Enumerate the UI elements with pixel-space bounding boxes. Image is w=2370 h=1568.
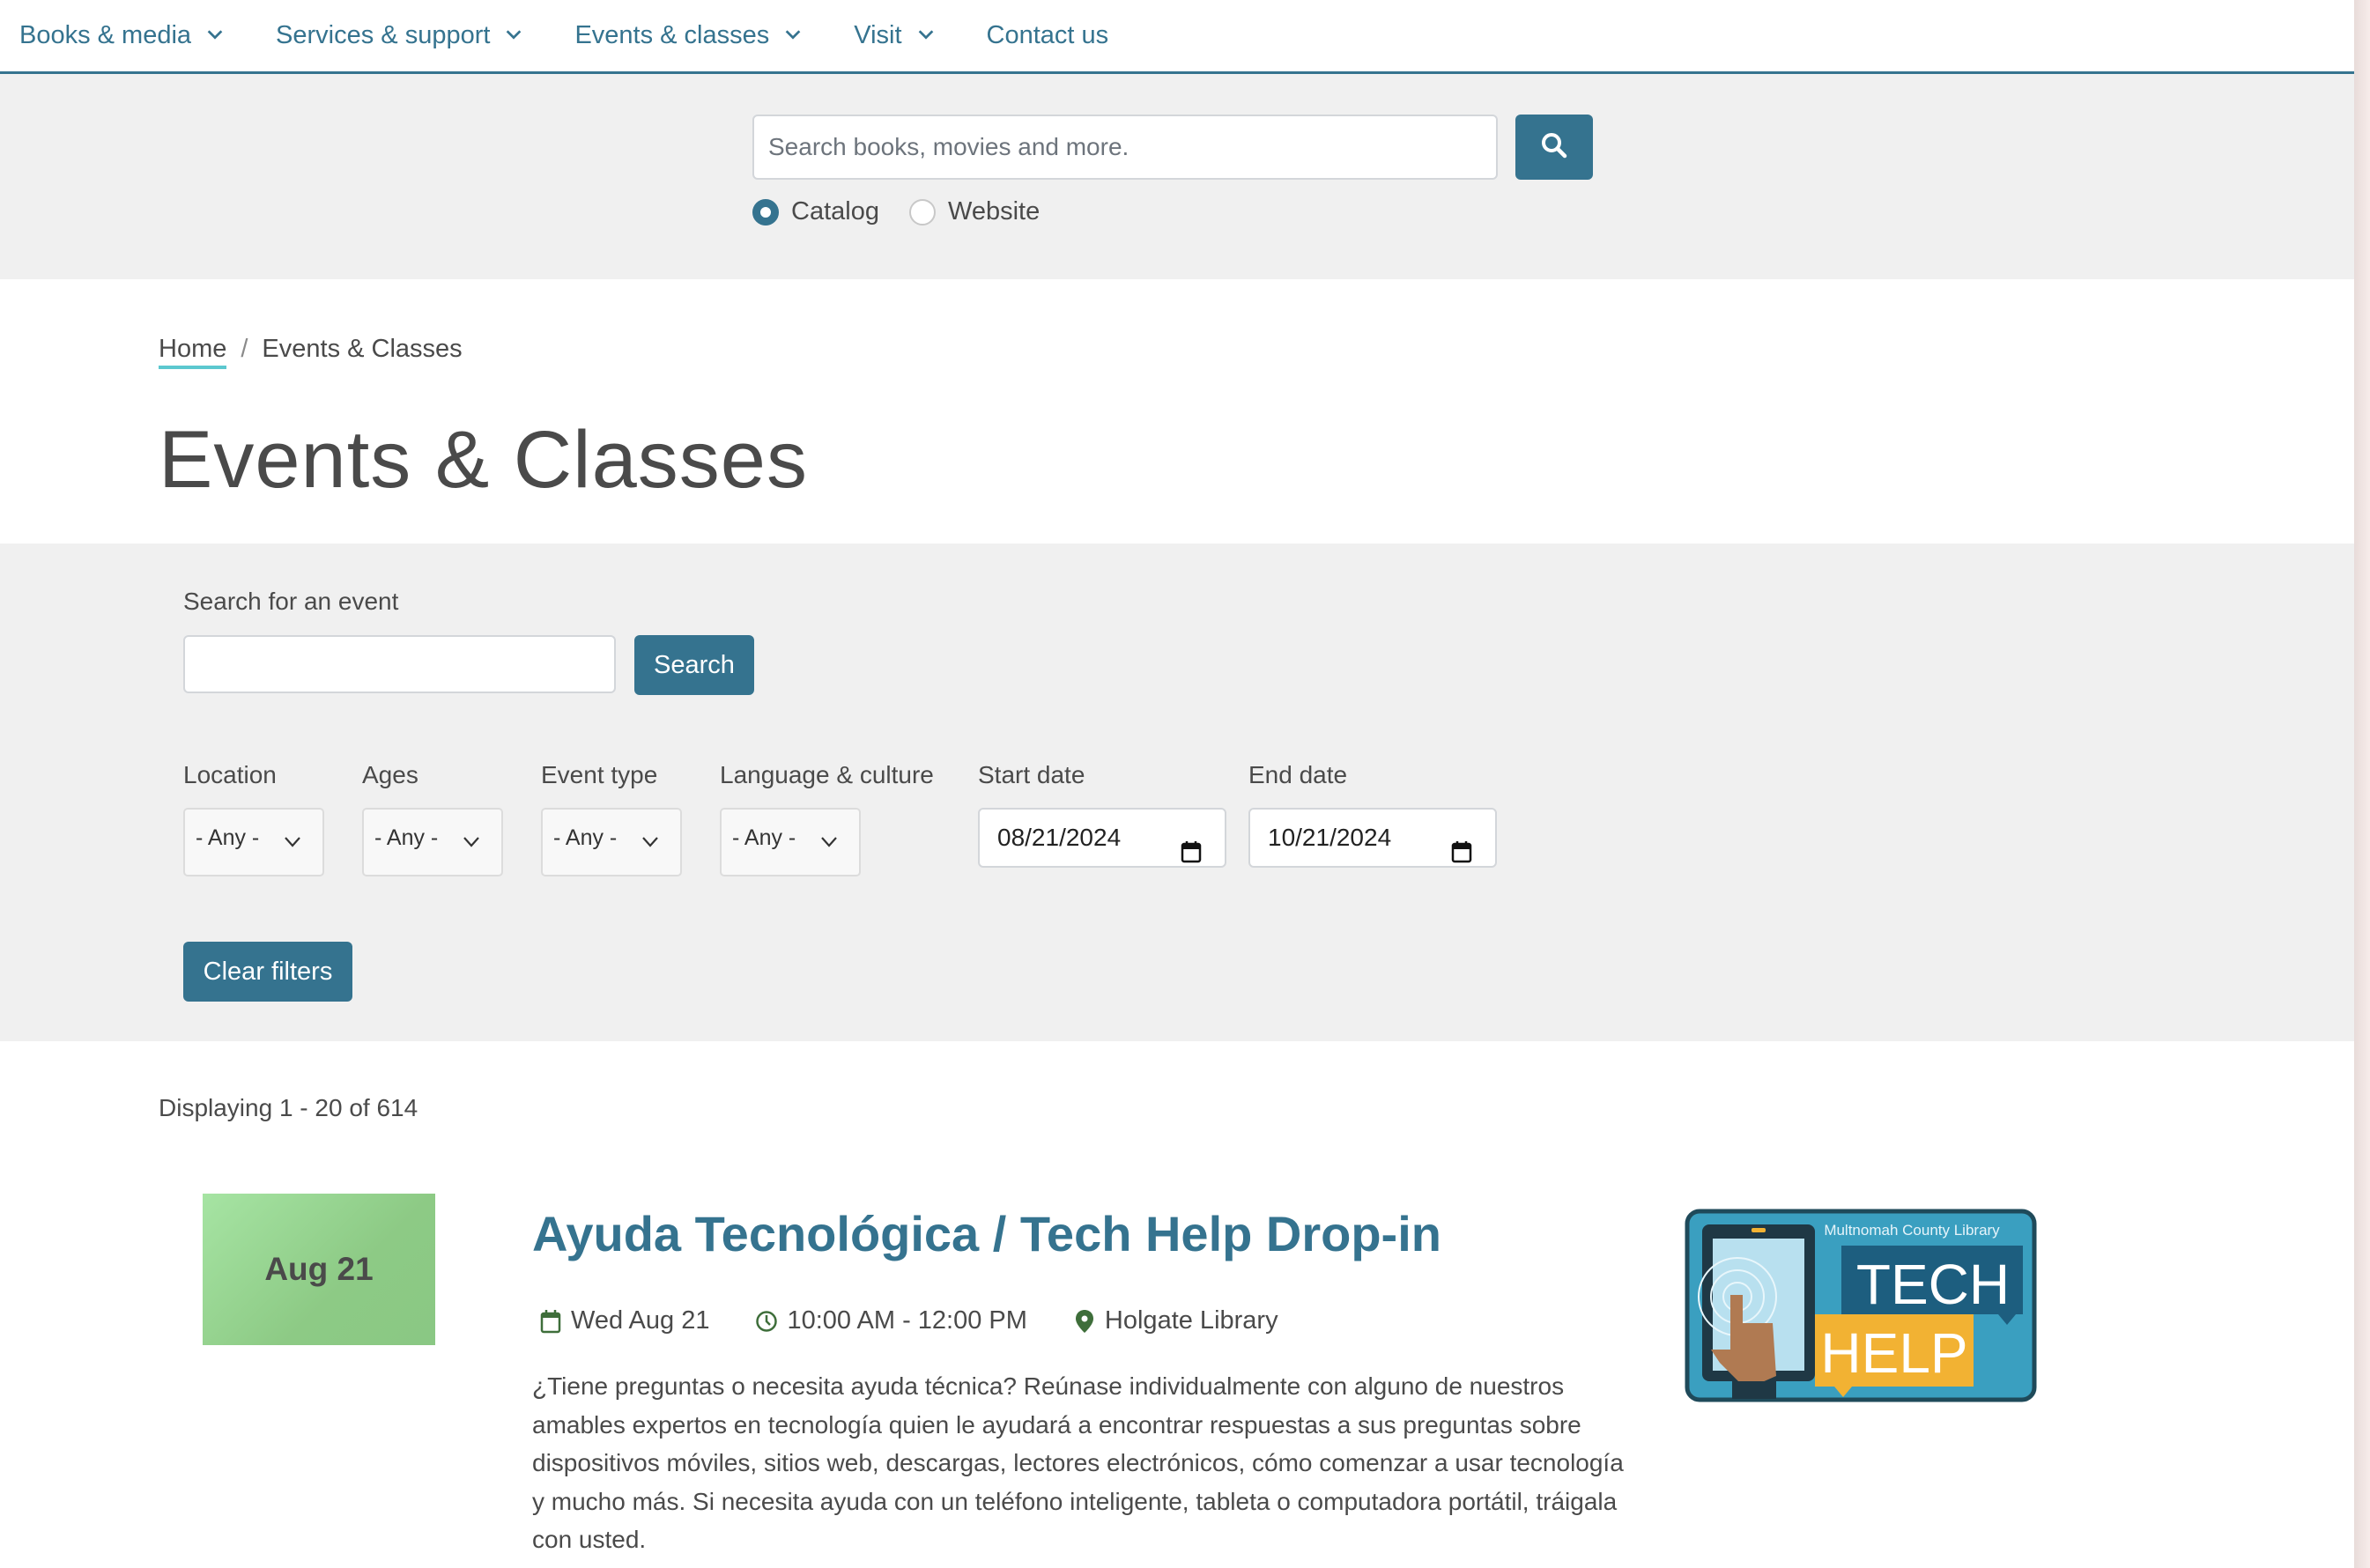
logo-line1-text: TECH: [1856, 1253, 2010, 1316]
location-select[interactable]: - Any -: [183, 808, 324, 876]
map-pin-icon: [1073, 1308, 1096, 1335]
chevron-down-icon: [205, 25, 225, 44]
event-time-text: 10:00 AM - 12:00 PM: [787, 1306, 1027, 1335]
breadcrumb-separator: /: [241, 335, 248, 363]
event-filters: Search for an event Search Location - An…: [0, 544, 2354, 1041]
chevron-down-icon: [916, 25, 936, 44]
ages-label: Ages: [362, 761, 418, 788]
breadcrumb-current: Events & Classes: [262, 335, 463, 363]
radio-website-label[interactable]: Website: [948, 197, 1040, 226]
chevron-down-icon: [463, 836, 480, 848]
start-date-input[interactable]: 08/21/2024: [978, 808, 1226, 868]
event-type-select[interactable]: - Any -: [541, 808, 682, 876]
nav-label: Events & classes: [574, 21, 770, 49]
nav-books-media[interactable]: Books & media: [19, 21, 225, 50]
search-icon: [1540, 131, 1568, 164]
org-name-text: Multnomah County Library: [1824, 1222, 2000, 1239]
event-search-label: Search for an event: [183, 588, 399, 615]
event-search-input[interactable]: [183, 635, 616, 693]
radio-website[interactable]: [908, 198, 936, 226]
event-title-link[interactable]: Ayuda Tecnológica / Tech Help Drop-in: [532, 1205, 1441, 1262]
language-culture-label: Language & culture: [720, 761, 934, 788]
breadcrumb: Home / Events & Classes: [159, 335, 463, 369]
start-date-value: 08/21/2024: [997, 824, 1122, 851]
event-location: Holgate Library: [1073, 1306, 1278, 1335]
end-date-value: 10/21/2024: [1268, 824, 1392, 851]
ages-select-value: - Any -: [374, 825, 439, 850]
results-count: Displaying 1 - 20 of 614: [159, 1094, 418, 1121]
event-type-select-value: - Any -: [553, 825, 618, 850]
event-search-button[interactable]: Search: [634, 635, 754, 695]
nav-services-support[interactable]: Services & support: [276, 21, 523, 50]
calendar-icon[interactable]: [1451, 827, 1472, 863]
chevron-down-icon: [284, 836, 301, 848]
chevron-down-icon: [820, 836, 838, 848]
nav-events-classes[interactable]: Events & classes: [574, 21, 803, 50]
nav-label: Contact us: [986, 21, 1109, 49]
event-date-badge: Aug 21: [203, 1194, 435, 1345]
nav-visit[interactable]: Visit: [854, 21, 935, 50]
nav-contact-us[interactable]: Contact us: [987, 21, 1109, 50]
search-scope-radios: Catalog Website: [752, 197, 1070, 226]
language-culture-select-value: - Any -: [732, 825, 796, 850]
clear-filters-button[interactable]: Clear filters: [183, 942, 352, 1002]
chevron-down-icon: [783, 25, 803, 44]
nav-label: Visit: [854, 21, 902, 49]
chevron-down-icon: [504, 25, 523, 44]
end-date-label: End date: [1248, 761, 1348, 788]
calendar-icon[interactable]: [1181, 827, 1202, 863]
catalog-search-input[interactable]: Search books, movies and more.: [752, 115, 1498, 180]
radio-catalog[interactable]: [752, 198, 779, 226]
catalog-search-band: Search books, movies and more. Catalog W…: [0, 74, 2354, 279]
radio-catalog-label[interactable]: Catalog: [791, 197, 879, 226]
breadcrumb-home-link[interactable]: Home: [159, 335, 227, 369]
start-date-label: Start date: [978, 761, 1085, 788]
event-type-label: Event type: [541, 761, 658, 788]
nav-label: Services & support: [276, 21, 491, 49]
main-nav: Books & media Services & support Events …: [0, 0, 2354, 74]
end-date-input[interactable]: 10/21/2024: [1248, 808, 1497, 868]
event-image[interactable]: Multnomah County Library TECH HELP: [1685, 1209, 2037, 1402]
event-date: Wed Aug 21: [539, 1306, 709, 1335]
ages-select[interactable]: - Any -: [362, 808, 503, 876]
event-date-text: Wed Aug 21: [571, 1306, 710, 1335]
calendar-icon: [539, 1308, 562, 1335]
event-meta: Wed Aug 21 10:00 AM - 12:00 PM Holgate L…: [539, 1306, 1324, 1335]
language-culture-select[interactable]: - Any -: [720, 808, 861, 876]
event-time: 10:00 AM - 12:00 PM: [755, 1306, 1027, 1335]
nav-label: Books & media: [19, 21, 192, 49]
location-label: Location: [183, 761, 277, 788]
chevron-down-icon: [641, 836, 659, 848]
page: Books & media Services & support Events …: [0, 0, 2354, 1568]
location-select-value: - Any -: [196, 825, 260, 850]
clock-icon: [755, 1308, 778, 1335]
tech-help-logo: Multnomah County Library TECH HELP: [1685, 1209, 2037, 1402]
catalog-search-button[interactable]: [1515, 115, 1593, 180]
page-title: Events & Classes: [159, 415, 808, 505]
window-edge-scrollbar[interactable]: [2354, 0, 2370, 1568]
event-description: ¿Tiene preguntas o necesita ayuda técnic…: [532, 1372, 1624, 1553]
event-location-text: Holgate Library: [1104, 1306, 1278, 1335]
logo-line2-text: HELP: [1820, 1321, 1967, 1385]
